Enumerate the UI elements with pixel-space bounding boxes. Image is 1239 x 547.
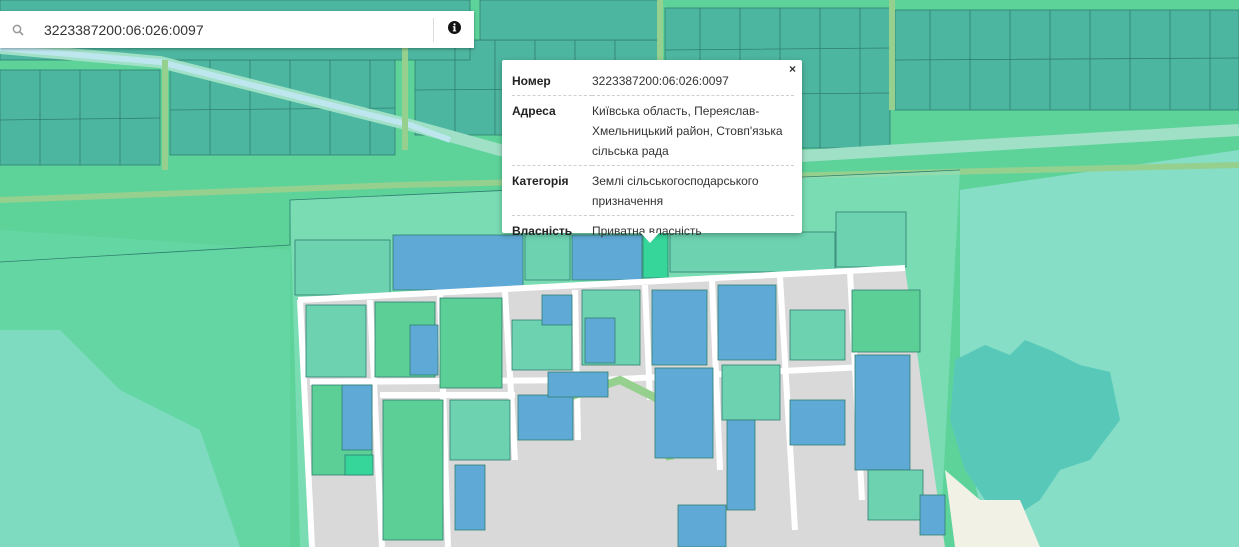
row-value: 3223387200:06:026:0097 — [592, 74, 729, 88]
parcel-info-table: Номер 3223387200:06:026:0097 Адреса Київ… — [512, 66, 794, 245]
search-input[interactable] — [36, 14, 433, 45]
row-key: Власність — [512, 224, 573, 238]
table-row: Номер 3223387200:06:026:0097 — [512, 66, 794, 96]
info-icon — [447, 20, 461, 39]
search-bar — [0, 11, 474, 48]
row-key: Номер — [512, 74, 551, 88]
parcel-popup: × Номер 3223387200:06:026:0097 Адреса Ки… — [502, 60, 802, 243]
table-row: Категорія Землі сільськогосподарського п… — [512, 166, 794, 216]
row-key: Категорія — [512, 174, 569, 188]
row-value: Київська область, Переяслав-Хмельницький… — [592, 104, 783, 158]
search-icon — [0, 24, 36, 36]
row-key: Адреса — [512, 104, 556, 118]
table-row: Адреса Київська область, Переяслав-Хмель… — [512, 96, 794, 166]
row-value: Землі сільськогосподарського призначення — [592, 174, 759, 208]
popup-pointer — [641, 233, 659, 243]
info-button[interactable] — [433, 17, 474, 42]
close-icon[interactable]: × — [789, 63, 796, 75]
row-value: Приватна власність — [592, 224, 702, 238]
